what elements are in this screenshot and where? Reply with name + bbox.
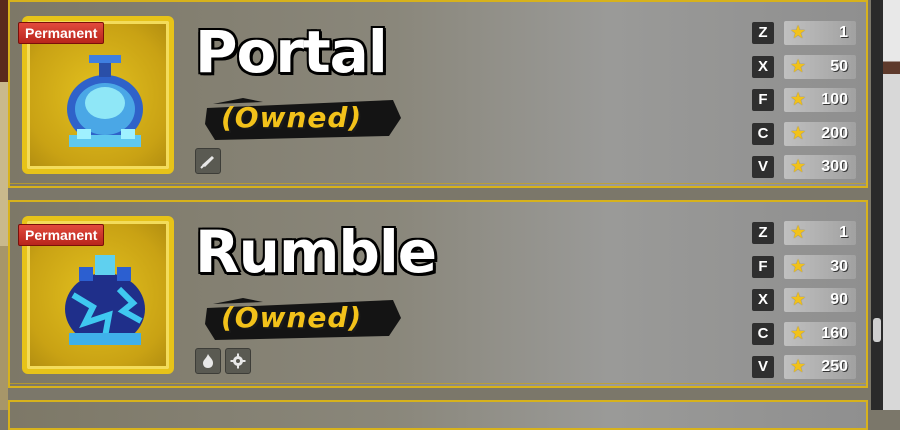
move-level-value: 90 (830, 291, 848, 308)
fruit-card-portal[interactable]: Permanent Portal (Owned) Z ★ 1 X ★ 50 F … (8, 0, 868, 188)
scrollbar-thumb[interactable] (873, 318, 881, 342)
star-icon: ★ (790, 222, 807, 243)
move-row: F ★ 100 (752, 87, 856, 121)
move-row: X ★ 90 (752, 287, 856, 321)
star-icon: ★ (790, 156, 807, 177)
background-right (883, 0, 900, 410)
move-level: ★ 100 (784, 88, 856, 112)
fire-icon (195, 348, 221, 374)
move-level: ★ 250 (784, 355, 856, 379)
move-key: C (752, 322, 774, 345)
move-level-value: 100 (821, 91, 848, 108)
move-level: ★ 50 (784, 54, 856, 79)
move-key: X (752, 289, 774, 311)
move-level-value: 50 (830, 57, 848, 75)
move-level: ★ 30 (784, 254, 856, 279)
owned-status: (Owned) (203, 94, 403, 142)
move-key: Z (752, 22, 774, 44)
portal-fruit-icon (67, 55, 143, 147)
move-level-value: 1 (839, 224, 848, 241)
move-level: ★ 300 (784, 155, 856, 179)
star-icon: ★ (790, 122, 807, 144)
star-icon: ★ (790, 255, 807, 277)
move-row: C ★ 160 (752, 321, 856, 355)
rumble-fruit-icon (65, 255, 145, 345)
move-row: V ★ 300 (752, 154, 856, 188)
card-divider (10, 183, 866, 184)
move-level-value: 30 (830, 257, 848, 275)
sword-icon (195, 148, 221, 174)
move-level: ★ 1 (784, 21, 856, 45)
move-level: ★ 1 (784, 221, 856, 245)
fruit-card-rumble[interactable]: Permanent Rumble (Owned) Z ★ 1 F ★ 30 X … (8, 200, 868, 388)
move-key: V (752, 356, 774, 378)
move-key: X (752, 55, 774, 78)
move-key: V (752, 156, 774, 178)
move-key: F (752, 89, 774, 111)
move-level: ★ 160 (784, 321, 856, 346)
background-left (0, 0, 8, 410)
star-icon: ★ (790, 55, 807, 77)
owned-label: (Owned) (221, 101, 363, 134)
move-level-value: 300 (821, 158, 848, 175)
permanent-badge: Permanent (18, 22, 105, 44)
move-key: Z (752, 222, 774, 244)
move-level-value: 1 (839, 24, 848, 41)
owned-status: (Owned) (203, 294, 403, 342)
move-key: C (752, 122, 774, 145)
move-row: X ★ 50 (752, 54, 856, 88)
star-icon: ★ (790, 22, 807, 43)
star-icon: ★ (790, 89, 807, 110)
move-row: F ★ 30 (752, 254, 856, 288)
move-row: V ★ 250 (752, 354, 856, 388)
ability-chips (195, 148, 221, 174)
ability-chips (195, 348, 251, 374)
move-list: Z ★ 1 F ★ 30 X ★ 90 C ★ 160 V ★ 250 (752, 220, 856, 388)
move-level: ★ 200 (784, 121, 856, 146)
scrollbar-track[interactable] (871, 0, 883, 410)
star-icon: ★ (790, 356, 807, 377)
permanent-badge: Permanent (18, 224, 105, 246)
move-level: ★ 90 (784, 288, 856, 312)
move-key: F (752, 255, 774, 278)
gear-icon (225, 348, 251, 374)
fruit-name: Portal (195, 18, 388, 86)
move-row: C ★ 200 (752, 121, 856, 155)
move-level-value: 160 (821, 324, 848, 342)
move-list: Z ★ 1 X ★ 50 F ★ 100 C ★ 200 V ★ 300 (752, 20, 856, 188)
owned-label: (Owned) (221, 301, 363, 334)
move-row: Z ★ 1 (752, 220, 856, 254)
fruit-name: Rumble (195, 218, 437, 286)
move-row: Z ★ 1 (752, 20, 856, 54)
move-level-value: 250 (821, 358, 848, 375)
fruit-card-partial[interactable] (8, 400, 868, 430)
star-icon: ★ (790, 322, 807, 344)
star-icon: ★ (790, 289, 807, 310)
move-level-value: 200 (821, 124, 848, 142)
card-divider (10, 383, 866, 384)
